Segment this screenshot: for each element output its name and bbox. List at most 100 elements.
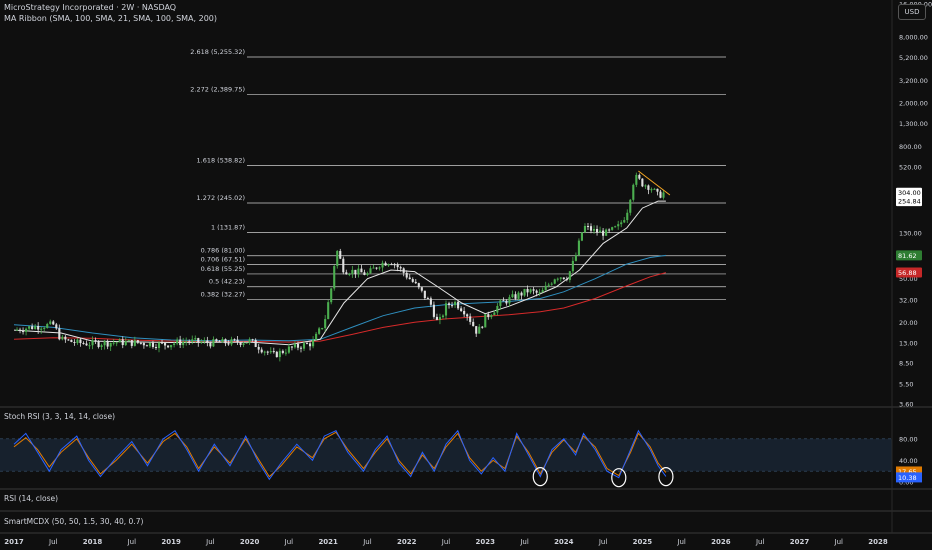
fib-level-label: 0.382 (32.27) <box>201 291 245 299</box>
fib-level-label: 0.786 (81.00) <box>201 247 245 255</box>
candle-body <box>185 341 188 343</box>
candle-body <box>457 301 460 309</box>
fib-level-label: 0.706 (67.51) <box>201 255 245 263</box>
candle-body <box>348 274 351 276</box>
candle-body <box>547 284 550 286</box>
candle-body <box>305 343 309 345</box>
candle-body <box>508 297 511 304</box>
candle-body <box>644 185 647 187</box>
candle-body <box>629 199 632 213</box>
candle-body <box>130 340 133 346</box>
candle-body <box>523 288 526 296</box>
candle-body <box>203 340 206 342</box>
candle-body <box>58 328 61 340</box>
time-axis-tick: Jul <box>127 538 137 546</box>
candle-body <box>363 272 366 275</box>
stoch-rsi-legend[interactable]: Stoch RSI (3, 3, 14, 14, close) <box>4 412 115 421</box>
candle-body <box>230 339 233 345</box>
candle-body <box>472 321 475 327</box>
candle-body <box>635 174 638 185</box>
candle-body <box>182 341 185 346</box>
candle-body <box>260 349 263 353</box>
candle-body <box>73 342 76 344</box>
candle-body <box>82 343 85 345</box>
candle-body <box>496 305 499 313</box>
candle-body <box>284 352 287 354</box>
candle-body <box>396 264 399 268</box>
candle-body <box>641 178 644 187</box>
candle-body <box>173 343 176 346</box>
time-axis-tick: Jul <box>441 538 451 546</box>
candle-body <box>121 339 124 346</box>
candle-body <box>562 277 565 280</box>
candle-body <box>429 298 432 305</box>
candle-body <box>556 278 559 280</box>
candle-body <box>22 331 25 333</box>
candle-body <box>565 279 568 281</box>
candle-body <box>28 326 31 329</box>
candle-body <box>40 328 43 330</box>
time-axis-tick: 2018 <box>83 538 103 546</box>
candle-body <box>478 326 481 334</box>
time-axis-tick: 2026 <box>711 538 731 546</box>
stoch-value-label: 10.38 <box>898 474 917 482</box>
candle-body <box>484 314 487 328</box>
candle-body <box>608 229 611 231</box>
candle-body <box>517 292 520 299</box>
candle-body <box>399 267 402 269</box>
candle-body <box>526 288 529 293</box>
candle-body <box>52 321 55 325</box>
currency-button[interactable]: USD <box>898 4 926 20</box>
candle-body <box>112 342 115 344</box>
main-chart[interactable]: 2.618 (5,255.32) 2.272 (2,389.75) 1.618 (5… <box>0 0 932 550</box>
candle-body <box>583 225 587 233</box>
rsi-legend[interactable]: RSI (14, close) <box>4 494 58 503</box>
candle-body <box>31 326 34 330</box>
candle-body <box>266 351 269 353</box>
candle-body <box>653 188 656 190</box>
candle-body <box>49 321 52 324</box>
price-badge-label: 81.62 <box>898 252 917 260</box>
time-axis-tick: 2027 <box>790 538 810 546</box>
candle-body <box>302 343 306 349</box>
candle-body <box>577 240 580 256</box>
time-axis-tick: 2019 <box>161 538 181 546</box>
candle-body <box>620 222 623 225</box>
price-badge-label: 254.84 <box>898 198 921 206</box>
candle-body <box>354 269 357 275</box>
time-axis-tick: Jul <box>834 538 844 546</box>
time-axis-tick: Jul <box>362 538 372 546</box>
smart-mcdx-legend[interactable]: SmartMCDX (50, 50, 1.5, 30, 40, 0.7) <box>4 517 143 526</box>
candle-body <box>378 267 381 269</box>
candle-body <box>535 290 538 293</box>
candle-body <box>390 264 393 266</box>
candle-body <box>662 192 665 198</box>
ma-ribbon-legend[interactable]: MA Ribbon (SMA, 100, SMA, 21, SMA, 100, … <box>4 14 217 23</box>
candle-body <box>493 312 496 316</box>
price-axis-tick: 5.50 <box>899 380 913 388</box>
candle-body <box>79 339 82 344</box>
candle-body <box>580 232 584 241</box>
candle-body <box>70 339 73 343</box>
fib-level-label: 2.272 (2,389.75) <box>190 86 245 94</box>
price-axis-tick: 13.00 <box>899 339 918 347</box>
candle-body <box>414 281 417 284</box>
candle-body <box>124 341 127 346</box>
time-axis-tick: Jul <box>598 538 608 546</box>
time-axis-tick: 2023 <box>476 538 496 546</box>
candle-body <box>67 339 70 341</box>
candle-body <box>227 343 230 345</box>
candle-body <box>281 350 284 353</box>
candle-body <box>387 264 390 266</box>
candle-body <box>568 271 571 280</box>
candle-body <box>139 342 142 344</box>
candle-body <box>76 339 79 343</box>
candle-body <box>384 262 387 266</box>
price-badge-label: 56.88 <box>898 269 917 277</box>
candle-body <box>592 229 596 231</box>
candle-body <box>46 323 49 328</box>
candle-body <box>623 220 626 223</box>
price-badge-label: 304.00 <box>898 189 921 197</box>
time-axis-tick: 2025 <box>633 538 653 546</box>
candle-body <box>61 336 64 340</box>
